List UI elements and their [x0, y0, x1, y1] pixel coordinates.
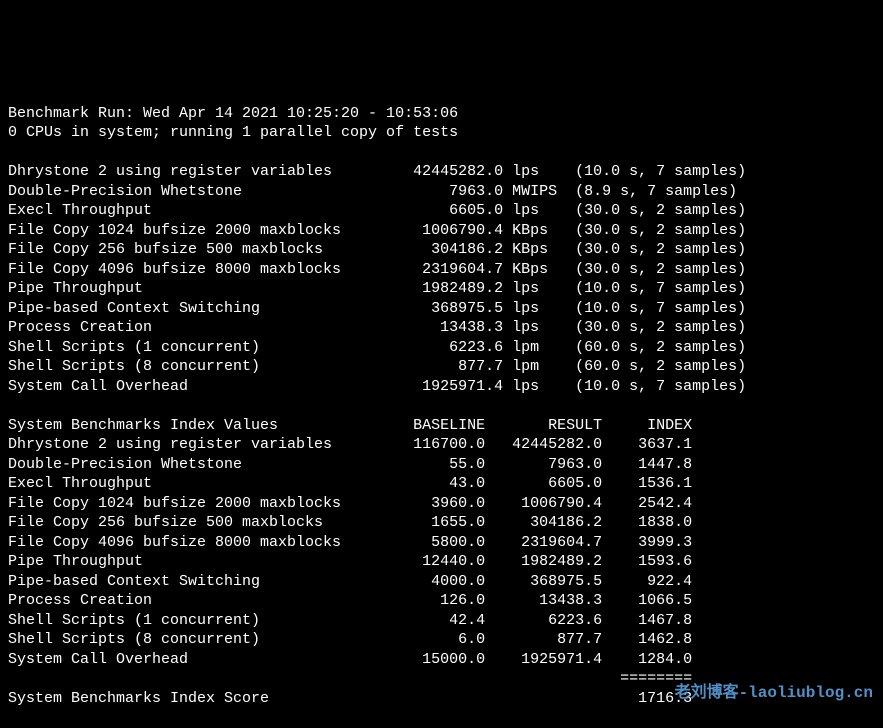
terminal-output: Benchmark Run: Wed Apr 14 2021 10:25:20 … [0, 98, 883, 715]
watermark-text: 老刘博客-laoliublog.cn [675, 683, 873, 704]
